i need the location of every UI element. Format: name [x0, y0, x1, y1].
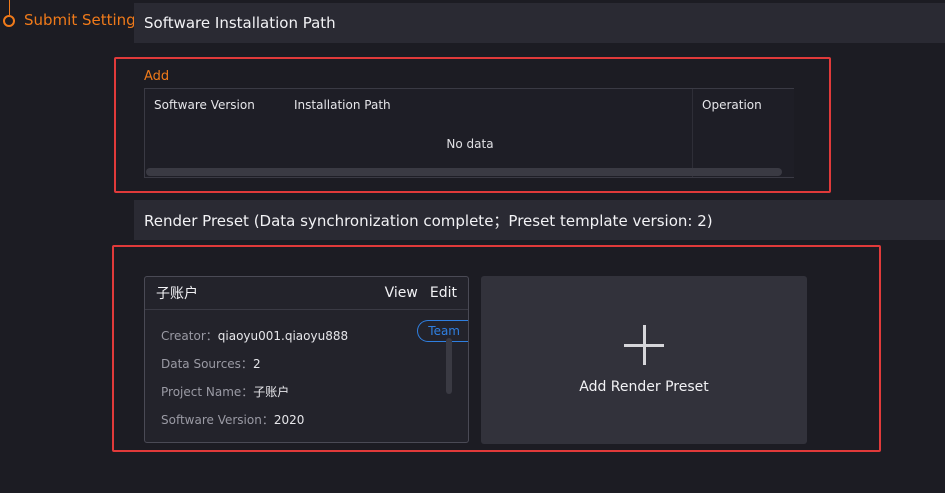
- software-version-label: Software Version：: [161, 413, 274, 427]
- column-header-installation-path: Installation Path: [294, 98, 391, 112]
- empty-table-message: No data: [446, 137, 494, 151]
- step-circle-icon: [3, 15, 15, 27]
- data-sources-value: 2: [252, 357, 261, 371]
- nav-submit-settings[interactable]: Submit Settings: [24, 11, 144, 29]
- render-preset-card: 子账户 View Edit Creator：qiaoyu001.qiaoyu88…: [144, 276, 469, 443]
- team-badge: Team: [417, 320, 468, 342]
- column-header-software-version: Software Version: [154, 98, 255, 112]
- add-render-preset-button[interactable]: Add Render Preset: [481, 276, 807, 444]
- render-preset-header: Render Preset (Data synchronization comp…: [134, 200, 945, 240]
- software-path-title: Software Installation Path: [144, 14, 336, 32]
- data-sources-field: Data Sources：2: [161, 355, 261, 372]
- plus-icon-vertical: [643, 325, 646, 365]
- view-preset-button[interactable]: View: [385, 285, 418, 301]
- project-name-value: 子账户: [253, 385, 290, 399]
- software-path-header: Software Installation Path: [134, 3, 945, 43]
- project-name-label: Project Name：: [161, 385, 254, 399]
- nav-step-line: [9, 0, 10, 15]
- render-preset-title: Render Preset (Data synchronization comp…: [144, 211, 713, 230]
- column-header-operation: Operation: [702, 98, 762, 112]
- creator-field: Creator：qiaoyu001.qiaoyu888: [161, 327, 348, 344]
- table-horizontal-scrollbar[interactable]: [146, 168, 782, 176]
- preset-card-actions: View Edit: [385, 285, 457, 301]
- preset-card-title: 子账户: [156, 286, 198, 302]
- preset-card-header: 子账户 View Edit: [145, 277, 468, 310]
- creator-label: Creator：: [161, 329, 218, 343]
- add-software-button[interactable]: Add: [144, 69, 169, 84]
- add-render-preset-label: Add Render Preset: [579, 379, 709, 395]
- card-vertical-scrollbar[interactable]: [446, 338, 452, 394]
- software-version-field: Software Version：2020: [161, 411, 304, 428]
- software-version-value: 2020: [273, 413, 305, 427]
- creator-value: qiaoyu001.qiaoyu888: [217, 329, 349, 343]
- data-sources-label: Data Sources：: [161, 357, 253, 371]
- edit-preset-button[interactable]: Edit: [430, 285, 457, 301]
- project-name-field: Project Name：子账户: [161, 383, 289, 400]
- software-path-table: Software Version Installation Path Opera…: [144, 88, 794, 178]
